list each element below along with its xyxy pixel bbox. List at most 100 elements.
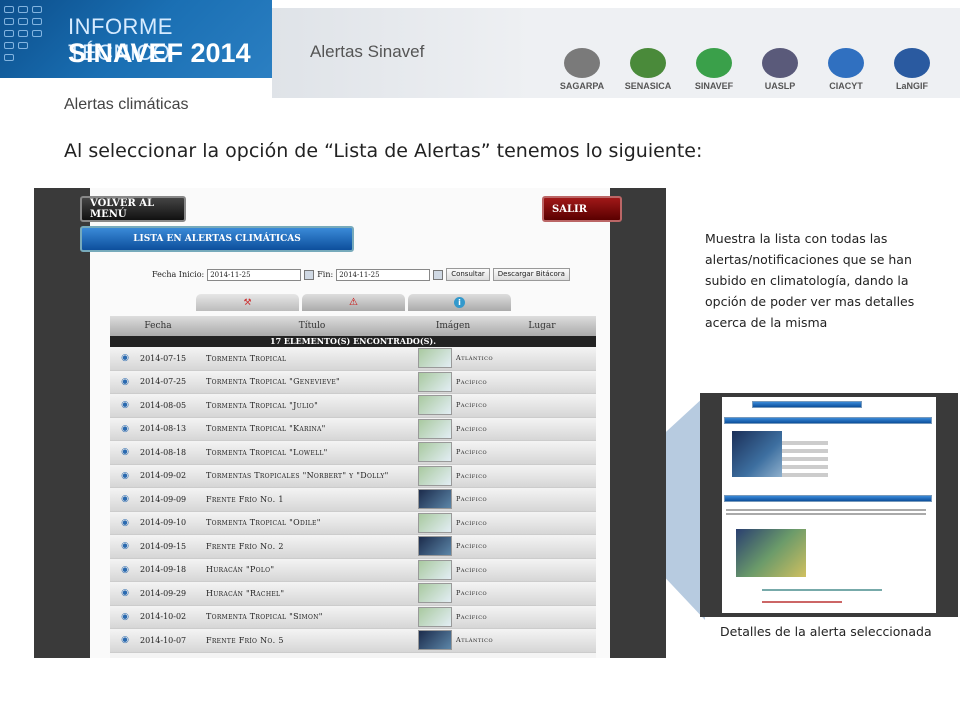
fecha-inicio-input[interactable]: 2014-11-25 (207, 268, 302, 281)
row-fecha: 2014-07-15 (140, 353, 187, 363)
row-thumbnail[interactable] (418, 418, 452, 439)
view-icon[interactable]: ◉ (110, 494, 140, 504)
row-thumbnail[interactable] (418, 606, 452, 627)
map-image (736, 529, 806, 577)
consultar-button[interactable]: Consultar (446, 268, 490, 281)
tools-icon: ⚒ (243, 297, 252, 308)
lista-alertas-button[interactable]: Lista en Alertas Climáticas (80, 226, 354, 252)
alerts-table: Fecha Título Imágen Lugar 17 elemento(s)… (110, 316, 596, 658)
row-thumbnail[interactable] (418, 489, 452, 510)
detail-page (722, 397, 936, 613)
view-icon[interactable]: ◉ (110, 447, 140, 457)
row-titulo: Frente Frío No. 1 (206, 494, 284, 504)
detail-field (782, 441, 828, 445)
row-thumbnail[interactable] (418, 465, 452, 486)
info-icon: i (454, 297, 465, 308)
col-imagen[interactable]: Imágen (418, 321, 488, 331)
row-thumbnail[interactable] (418, 512, 452, 533)
detail-text-line (726, 513, 926, 515)
table-row[interactable]: ◉ 2014-07-15 Tormenta Tropical Atlántico (110, 347, 596, 371)
warning-icon: ⚠ (349, 297, 358, 308)
view-icon[interactable]: ◉ (110, 635, 140, 645)
detail-text-line (726, 509, 926, 511)
tabs: ⚒ ⚠ i (196, 294, 511, 311)
row-thumbnail[interactable] (418, 442, 452, 463)
calendar-icon[interactable] (304, 269, 315, 280)
row-fecha: 2014-09-29 (140, 588, 187, 598)
row-titulo: Huracán "Rachel" (206, 588, 285, 598)
results-count: 17 elemento(s) encontrado(s). (110, 336, 596, 347)
row-fecha: 2014-10-02 (140, 612, 187, 622)
detail-field (782, 457, 828, 461)
row-fecha: 2014-09-09 (140, 494, 187, 504)
row-lugar: Pacífico (456, 589, 488, 598)
tab-alerts[interactable]: ⚠ (302, 294, 405, 311)
row-thumbnail[interactable] (418, 630, 452, 651)
table-row[interactable]: ◉ 2014-09-15 Frente Frío No. 2 Pacífico (110, 535, 596, 559)
row-thumbnail[interactable] (418, 559, 452, 580)
view-icon[interactable]: ◉ (110, 541, 140, 551)
col-fecha[interactable]: Fecha (110, 321, 206, 331)
view-icon[interactable]: ◉ (110, 612, 140, 622)
table-row[interactable]: ◉ 2014-09-29 Huracán "Rachel" Pacífico (110, 582, 596, 606)
table-row[interactable]: ◉ 2014-09-02 Tormentas Tropicales "Norbert… (110, 464, 596, 488)
salir-button[interactable]: Salir (542, 196, 622, 222)
row-lugar: Pacífico (456, 612, 488, 621)
row-titulo: Huracán "Polo" (206, 565, 275, 575)
detail-link[interactable] (762, 589, 882, 591)
slide: INFORME TÉCNICO SINAVEF 2014 Alertas Sin… (0, 0, 960, 720)
fecha-inicio-label: Fecha Inicio: (152, 270, 205, 279)
tab-info[interactable]: i (408, 294, 511, 311)
table-row[interactable]: ◉ 2014-09-09 Frente Frío No. 1 Pacífico (110, 488, 596, 512)
view-icon[interactable]: ◉ (110, 471, 140, 481)
tab-list[interactable]: ⚒ (196, 294, 299, 311)
detail-title-bar (752, 401, 862, 408)
row-titulo: Tormenta Tropical "Genevieve" (206, 377, 340, 387)
row-fecha: 2014-08-18 (140, 447, 187, 457)
detail-field (782, 473, 828, 477)
row-lugar: Pacífico (456, 377, 488, 386)
detail-field (782, 449, 828, 453)
view-icon[interactable]: ◉ (110, 353, 140, 363)
table-row[interactable]: ◉ 2014-09-10 Tormenta Tropical "Odile" Pací… (110, 511, 596, 535)
col-lugar[interactable]: Lugar (488, 321, 596, 331)
view-icon[interactable]: ◉ (110, 518, 140, 528)
alert-list-screenshot: Volver al menú Salir Lista en Alertas Cl… (34, 188, 666, 658)
table-row[interactable]: ◉ 2014-09-18 Huracán "Polo" Pacífico (110, 558, 596, 582)
row-thumbnail[interactable] (418, 536, 452, 557)
fin-input[interactable]: 2014-11-25 (336, 268, 431, 281)
view-icon[interactable]: ◉ (110, 565, 140, 575)
table-row[interactable]: ◉ 2014-08-18 Tormenta Tropical "Lowell" Pac… (110, 441, 596, 465)
table-row[interactable]: ◉ 2014-08-05 Tormenta Tropical "Julio" Pací… (110, 394, 596, 418)
volver-button[interactable]: Volver al menú (80, 196, 186, 222)
table-row[interactable]: ◉ 2014-08-13 Tormenta Tropical "Karina" Pac… (110, 417, 596, 441)
row-lugar: Pacífico (456, 542, 488, 551)
row-thumbnail[interactable] (418, 395, 452, 416)
row-lugar: Pacífico (456, 471, 488, 480)
row-lugar: Atlántico (456, 636, 494, 645)
row-fecha: 2014-08-13 (140, 424, 187, 434)
pdf-link[interactable] (762, 601, 842, 603)
calendar-icon[interactable] (433, 269, 444, 280)
view-icon[interactable]: ◉ (110, 400, 140, 410)
row-thumbnail[interactable] (418, 348, 452, 369)
date-filters: Fecha Inicio: 2014-11-25 Fin: 2014-11-25… (152, 268, 570, 281)
col-titulo[interactable]: Título (206, 321, 418, 331)
table-row[interactable]: ◉ 2014-10-02 Tormenta Tropical "Simon" Pací… (110, 605, 596, 629)
row-fecha: 2014-09-02 (140, 471, 187, 481)
row-lugar: Pacífico (456, 424, 488, 433)
view-icon[interactable]: ◉ (110, 377, 140, 387)
table-body: ◉ 2014-07-15 Tormenta Tropical Atlántico ◉ 20… (110, 347, 596, 653)
view-icon[interactable]: ◉ (110, 588, 140, 598)
table-row[interactable]: ◉ 2014-10-07 Frente Frío No. 5 Atlántico (110, 629, 596, 653)
row-fecha: 2014-08-05 (140, 400, 187, 410)
row-thumbnail[interactable] (418, 371, 452, 392)
view-icon[interactable]: ◉ (110, 424, 140, 434)
table-row[interactable]: ◉ 2014-07-25 Tormenta Tropical "Genevieve"… (110, 370, 596, 394)
row-lugar: Pacífico (456, 448, 488, 457)
row-lugar: Pacífico (456, 518, 488, 527)
row-fecha: 2014-09-15 (140, 541, 187, 551)
descargar-bitacora-button[interactable]: Descargar Bitácora (492, 268, 570, 281)
description-text: Muestra la lista con todas las alertas/n… (705, 231, 915, 330)
row-thumbnail[interactable] (418, 583, 452, 604)
